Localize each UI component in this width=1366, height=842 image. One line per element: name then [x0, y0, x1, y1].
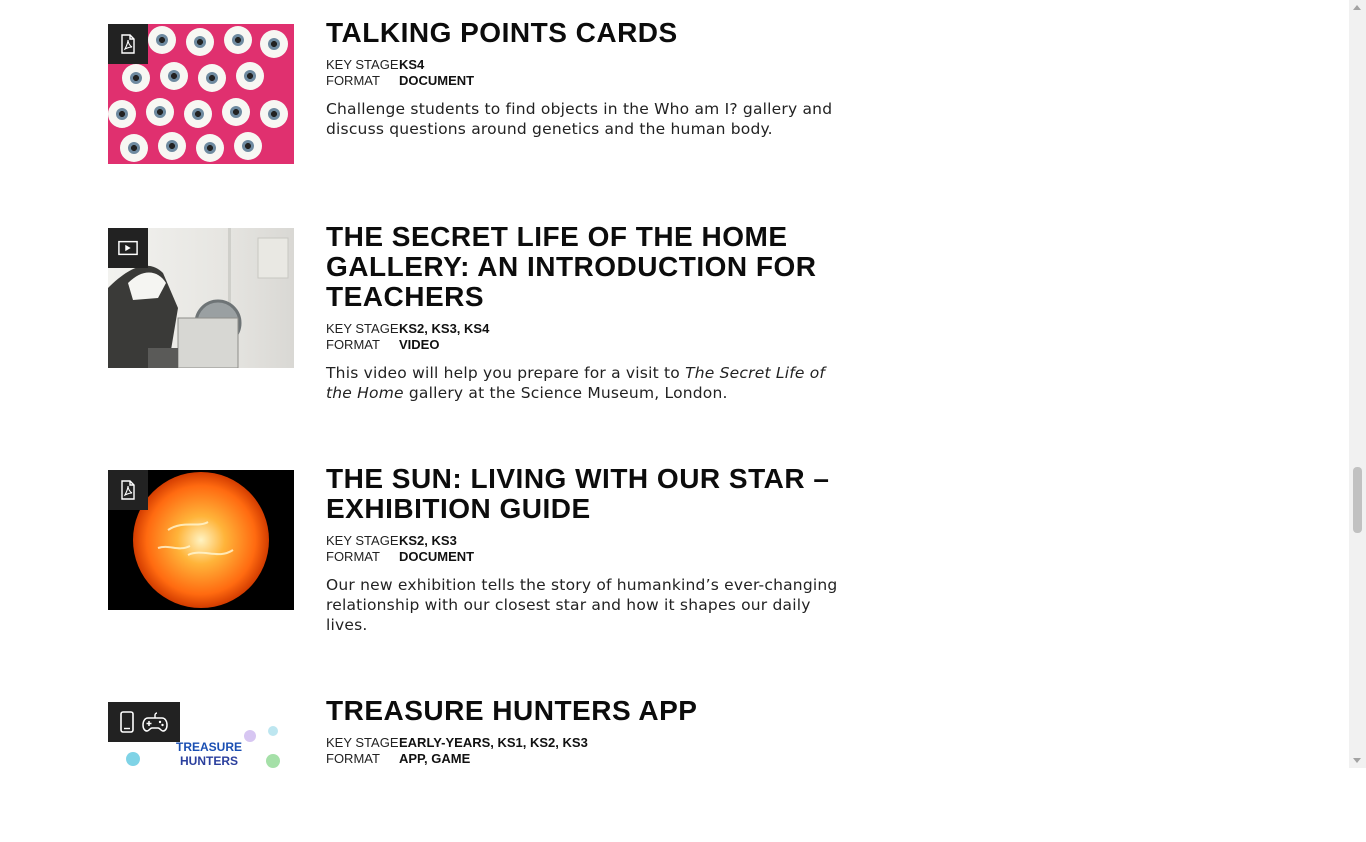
- thumbnail-title-line: HUNTERS: [179, 754, 238, 768]
- video-icon: [118, 240, 138, 256]
- vertical-scrollbar[interactable]: [1349, 0, 1366, 768]
- resource-meta: KEY STAGE KS4 FORMAT DOCUMENT: [326, 57, 846, 89]
- scroll-down-icon[interactable]: [1353, 758, 1361, 763]
- pdf-icon: [121, 34, 135, 54]
- key-stage-label: KEY STAGE: [326, 321, 399, 336]
- resource-thumbnail[interactable]: [108, 470, 294, 610]
- gamepad-icon: [142, 712, 168, 732]
- format-label: FORMAT: [326, 751, 380, 766]
- key-stage-value: KS2, KS3, KS4: [399, 321, 490, 336]
- resource-content: TREASURE HUNTERS APP KEY STAGE EARLY-YEA…: [326, 696, 846, 767]
- description-text: This video will help you prepare for a v…: [326, 364, 686, 382]
- mobile-icon: [120, 711, 134, 733]
- thumbnail-title: TREASURE HUNTERS: [164, 740, 254, 768]
- key-stage-label: KEY STAGE: [326, 57, 399, 72]
- format-label: FORMAT: [326, 549, 380, 564]
- resource-title[interactable]: TALKING POINTS CARDS: [326, 18, 846, 48]
- resource-description: Our new exhibition tells the story of hu…: [326, 576, 838, 634]
- key-stage-value: KS2, KS3: [399, 533, 457, 548]
- key-stage-label: KEY STAGE: [326, 735, 399, 750]
- resource-title[interactable]: THE SECRET LIFE OF THE HOME GALLERY: AN …: [326, 222, 846, 312]
- pdf-icon: [121, 480, 135, 500]
- format-value: VIDEO: [399, 337, 440, 352]
- key-stage-value: KS4: [399, 57, 425, 72]
- format-label: FORMAT: [326, 73, 380, 88]
- resource-title[interactable]: THE SUN: LIVING WITH OUR STAR – EXHIBITI…: [326, 464, 846, 524]
- key-stage-value: EARLY-YEARS, KS1, KS2, KS3: [399, 735, 588, 750]
- thumbnail-title-line: TREASURE: [175, 740, 242, 754]
- resource-content: THE SUN: LIVING WITH OUR STAR – EXHIBITI…: [326, 464, 846, 635]
- resource-description: Challenge students to find objects in th…: [326, 100, 833, 138]
- format-value: DOCUMENT: [399, 73, 475, 88]
- format-label: FORMAT: [326, 337, 380, 352]
- description-text: gallery at the Science Museum, London.: [403, 384, 728, 402]
- badge: [108, 228, 148, 268]
- key-stage-label: KEY STAGE: [326, 533, 399, 548]
- badge: [108, 702, 180, 742]
- resource-meta: KEY STAGE KS2, KS3 FORMAT DOCUMENT: [326, 533, 846, 565]
- format-value: DOCUMENT: [399, 549, 475, 564]
- resource-description: This video will help you prepare for a v…: [326, 363, 846, 403]
- resource-thumbnail[interactable]: [108, 228, 294, 368]
- scroll-up-icon[interactable]: [1353, 5, 1361, 10]
- resource-meta: KEY STAGE KS2, KS3, KS4 FORMAT VIDEO: [326, 321, 846, 353]
- resource-content: THE SECRET LIFE OF THE HOME GALLERY: AN …: [326, 222, 846, 403]
- resource-meta: KEY STAGE EARLY-YEARS, KS1, KS2, KS3 FOR…: [326, 735, 846, 767]
- badge: [108, 470, 148, 510]
- badge: [108, 24, 148, 64]
- resource-thumbnail[interactable]: [108, 24, 294, 164]
- resource-content: TALKING POINTS CARDS KEY STAGE KS4 FORMA…: [326, 18, 846, 139]
- resource-thumbnail[interactable]: TREASURE HUNTERS: [108, 702, 294, 842]
- resource-title[interactable]: TREASURE HUNTERS APP: [326, 696, 846, 726]
- scrollbar-thumb[interactable]: [1353, 467, 1362, 533]
- format-value: APP, GAME: [399, 751, 471, 766]
